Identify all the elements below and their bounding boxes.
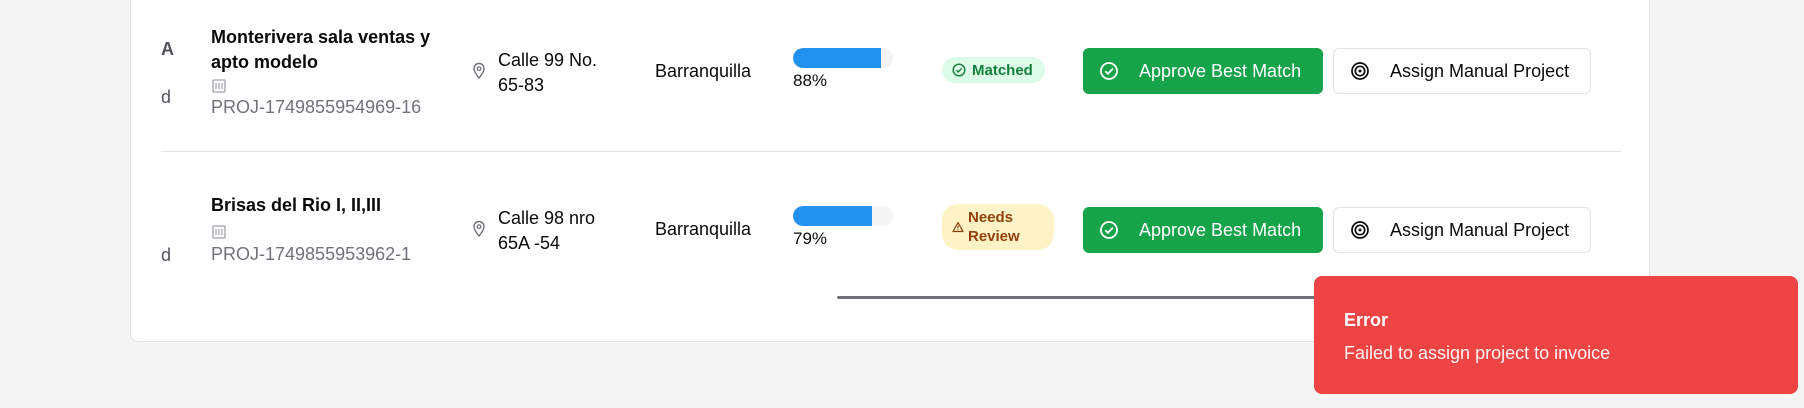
- target-icon: [1351, 221, 1369, 239]
- warning-triangle-icon: [952, 221, 964, 233]
- project-id: PROJ-1749855954969-16: [211, 97, 422, 117]
- city: Barranquilla: [655, 61, 752, 81]
- project-name: Monterivera sala ventas y apto modelo: [211, 27, 431, 72]
- status-badge: Needs Review: [942, 204, 1054, 250]
- clipped-cell-text: d: [161, 245, 172, 265]
- status-badge: Matched: [942, 57, 1045, 83]
- check-circle-icon: [952, 63, 966, 77]
- match-score-fill: [793, 206, 872, 226]
- status-badge-label: Needs Review: [968, 209, 1020, 245]
- building-icon: [212, 225, 226, 239]
- status-badge-label: Matched: [972, 61, 1033, 79]
- clipped-cell-text: A: [161, 39, 174, 59]
- check-circle-icon: [1100, 221, 1118, 239]
- toast-message: Failed to assign project to invoice: [1344, 343, 1611, 363]
- approve-button-label: Approve Best Match: [1139, 219, 1302, 240]
- assign-manual-project-button[interactable]: Assign Manual Project: [1333, 207, 1591, 253]
- clipped-cell-text: d: [161, 87, 172, 107]
- map-pin-icon: [473, 220, 485, 238]
- approve-button-label: Approve Best Match: [1139, 60, 1302, 81]
- match-score-fill: [793, 48, 881, 68]
- city: Barranquilla: [655, 219, 752, 239]
- match-score-bar: [793, 206, 893, 226]
- project-id: PROJ-1749855953962-1: [211, 244, 412, 264]
- error-toast[interactable]: Error Failed to assign project to invoic…: [1314, 276, 1798, 394]
- address: Calle 99 No. 65-83: [498, 50, 598, 95]
- approve-best-match-button[interactable]: Approve Best Match: [1083, 48, 1323, 94]
- assign-button-label: Assign Manual Project: [1390, 60, 1570, 81]
- assign-manual-project-button[interactable]: Assign Manual Project: [1333, 48, 1591, 94]
- table-row: A d Monterivera sala ventas y apto model…: [161, 0, 1621, 152]
- match-score-label: 88%: [793, 71, 828, 90]
- map-pin-icon: [473, 62, 485, 80]
- match-score-label: 79%: [793, 229, 828, 248]
- target-icon: [1351, 62, 1369, 80]
- toast-title: Error: [1344, 310, 1389, 330]
- assign-button-label: Assign Manual Project: [1390, 219, 1570, 240]
- approve-best-match-button[interactable]: Approve Best Match: [1083, 207, 1323, 253]
- project-name: Brisas del Rio I, II,III: [211, 195, 382, 215]
- address: Calle 98 nro 65A -54: [498, 208, 596, 253]
- building-icon: [212, 79, 226, 93]
- match-score-bar: [793, 48, 893, 68]
- check-circle-icon: [1100, 62, 1118, 80]
